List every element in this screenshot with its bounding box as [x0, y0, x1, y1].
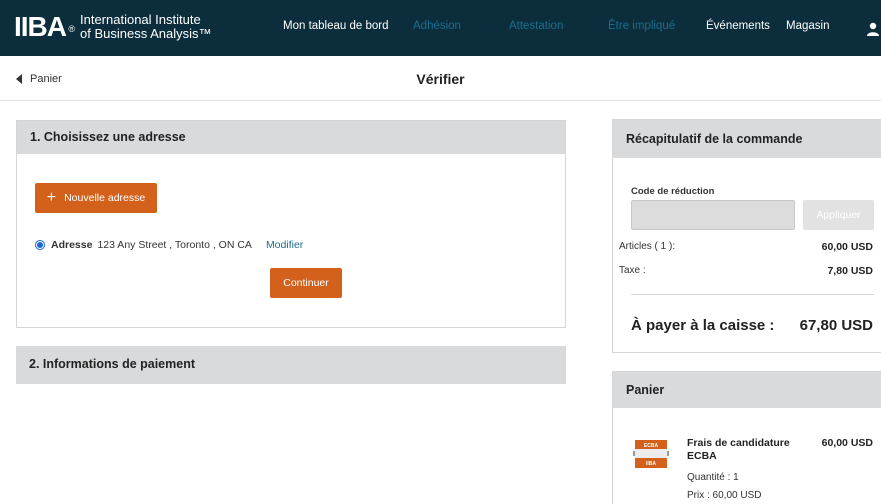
address-option[interactable]: Adresse 123 Any Street , Toronto , ON CA… — [35, 239, 303, 251]
edit-address-link[interactable]: Modifier — [266, 239, 303, 251]
nav-item-store[interactable]: Magasin — [786, 20, 829, 32]
logo-mark: IIBA ® — [14, 11, 75, 42]
user-icon[interactable] — [866, 22, 880, 36]
continue-button[interactable]: Continuer — [270, 268, 342, 298]
promo-code-input[interactable] — [631, 200, 795, 230]
logo-line-1: International Institute — [80, 12, 201, 27]
new-address-label: Nouvelle adresse — [64, 192, 146, 204]
continue-label: Continuer — [283, 277, 329, 289]
logo-text: International Institute of Business Anal… — [80, 13, 212, 41]
address-radio[interactable] — [35, 240, 45, 250]
cart-item-quantity: Quantité : 1 — [687, 472, 739, 483]
address-value: 123 Any Street , Toronto , ON CA — [97, 239, 252, 251]
order-summary-title: Récapitulatif de la commande — [613, 120, 881, 158]
address-panel-title: 1. Choisissez une adresse — [17, 121, 565, 154]
items-label: Articles ( 1 ): — [619, 241, 676, 252]
total-value: 67,80 USD — [799, 317, 873, 334]
iiba-logo[interactable]: IIBA ® International Institute of Busines… — [14, 13, 212, 41]
items-value: 60,00 USD — [821, 241, 873, 253]
nav-item-dashboard[interactable]: Mon tableau de bord — [283, 20, 389, 32]
address-panel: 1. Choisissez une adresse + Nouvelle adr… — [16, 120, 566, 328]
cart-item-name[interactable]: Frais de candidature ECBA — [687, 437, 797, 463]
nav-item-get-involved[interactable]: Être impliqué — [608, 20, 675, 32]
ecba-badge-icon: ECBA IIBA — [633, 440, 669, 468]
page-title: Vérifier — [416, 71, 465, 87]
order-summary-panel: Récapitulatif de la commande Code de réd… — [612, 119, 881, 353]
logo-line-2: of Business Analysis™ — [80, 26, 212, 41]
payment-panel-title[interactable]: 2. Informations de paiement — [16, 346, 566, 384]
promo-code-label: Code de réduction — [631, 186, 715, 197]
payment-panel: 2. Informations de paiement — [16, 346, 566, 384]
new-address-button[interactable]: + Nouvelle adresse — [35, 183, 157, 213]
nav-item-membership[interactable]: Adhésion — [413, 20, 461, 32]
badge-top-text: ECBA — [644, 443, 659, 449]
nav-item-events[interactable]: Événements — [706, 20, 770, 32]
summary-divider — [631, 294, 874, 295]
badge-bottom-text: IIBA — [646, 461, 656, 467]
cart-panel: Panier ECBA IIBA Frais de candidature EC… — [612, 371, 881, 504]
plus-icon: + — [46, 189, 57, 206]
cart-item-price: 60,00 USD — [821, 437, 873, 449]
top-navigation: IIBA ® International Institute of Busines… — [0, 0, 881, 56]
address-label: Adresse — [51, 239, 93, 251]
tax-value: 7,80 USD — [827, 265, 873, 277]
nav-item-certification[interactable]: Attestation — [509, 20, 563, 32]
tax-label: Taxe : — [619, 265, 646, 276]
apply-promo-button[interactable]: Appliquer — [803, 200, 874, 230]
total-label: À payer à la caisse : — [631, 317, 775, 334]
cart-item-unit-price: Prix : 60,00 USD — [687, 490, 762, 501]
subheader: Panier Vérifier — [0, 57, 881, 101]
cart-title: Panier — [613, 372, 881, 408]
